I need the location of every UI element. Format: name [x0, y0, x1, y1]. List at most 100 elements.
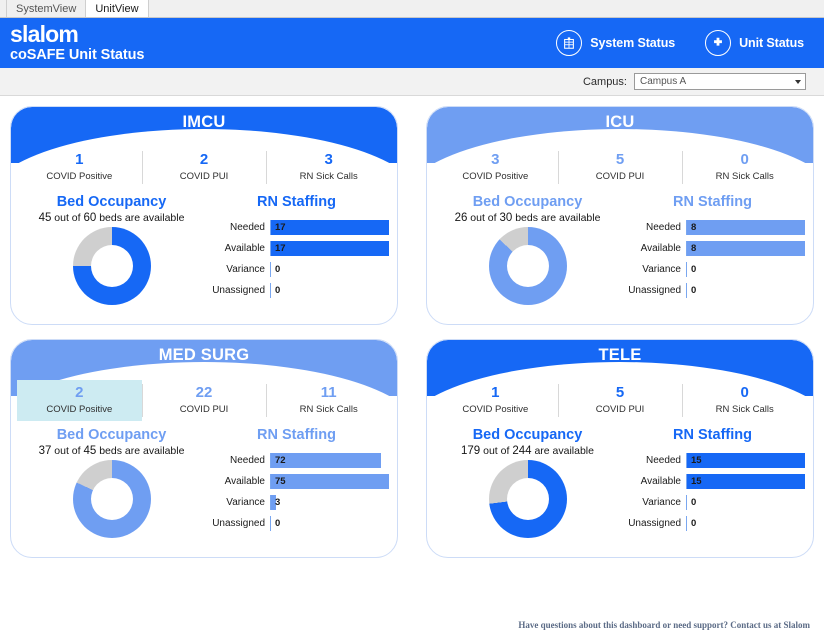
staffing-label-unassigned: Unassigned [628, 285, 681, 297]
bed-text-suffix: beds are available [515, 211, 601, 224]
unit-kpi-row: 1 COVID Positive 2 COVID PUI 3 RN Sick C… [11, 147, 397, 188]
bed-total-count: 60 [83, 211, 97, 224]
staffing-track-unassigned: 0 [686, 516, 805, 532]
bed-occupancy-donut-wrap [19, 459, 204, 538]
kpi-rn-sick-calls[interactable]: 3 RN Sick Calls [266, 147, 391, 188]
hospital-building-icon [556, 30, 583, 56]
rn-staffing-bars: Needed 17 Available 17 Variance 0 Unassi… [204, 212, 389, 301]
unit-card[interactable]: TELE 1 COVID Positive 5 COVID PUI 0 RN S… [426, 339, 814, 558]
staffing-value-needed: 72 [275, 455, 286, 467]
staffing-track-variance: 3 [270, 495, 389, 511]
bed-available-count: 37 [38, 444, 52, 457]
tab-systemview[interactable]: SystemView [6, 0, 87, 17]
staffing-value-unassigned: 0 [275, 285, 281, 297]
bed-text-suffix: are available [534, 444, 594, 457]
staffing-value-unassigned: 0 [691, 518, 697, 530]
nav-unit-status-label: Unit Status [739, 36, 804, 50]
staffing-fill-needed [271, 220, 389, 236]
campus-select[interactable]: Campus A [634, 73, 806, 90]
unit-name: ICU [605, 113, 635, 131]
kpi-covid-pui-label: COVID PUI [595, 403, 645, 415]
staffing-row-needed: Needed 15 [620, 451, 805, 471]
staffing-track-unassigned: 0 [270, 283, 389, 299]
kpi-covid-positive-label: COVID Positive [462, 170, 529, 182]
staffing-value-needed: 17 [275, 222, 286, 234]
staffing-row-available: Available 15 [620, 472, 805, 492]
kpi-rn-sick-calls[interactable]: 0 RN Sick Calls [682, 147, 807, 188]
staffing-label-available: Available [224, 476, 265, 488]
staffing-label-unassigned: Unassigned [212, 518, 265, 530]
staffing-fill-needed [271, 453, 381, 469]
kpi-covid-pui-value: 2 [199, 151, 209, 168]
staffing-label-unassigned: Unassigned [628, 518, 681, 530]
staffing-value-needed: 15 [691, 455, 702, 467]
kpi-covid-pui[interactable]: 5 COVID PUI [557, 380, 683, 421]
staffing-value-variance: 0 [275, 264, 281, 276]
staffing-track-available: 75 [270, 474, 389, 490]
unit-card[interactable]: ICU 3 COVID Positive 5 COVID PUI 0 RN Si… [426, 106, 814, 325]
footer-support-text: Have questions about this dashboard or n… [518, 620, 810, 630]
kpi-covid-pui[interactable]: 5 COVID PUI [557, 147, 683, 188]
bed-total-count: 244 [512, 444, 532, 457]
staffing-row-variance: Variance 0 [620, 260, 805, 280]
bed-text-middle: out of [483, 444, 510, 457]
staffing-track-needed: 8 [686, 220, 805, 236]
staffing-value-available: 75 [275, 476, 286, 488]
staffing-value-variance: 0 [691, 264, 697, 276]
rn-staffing-title: RN Staffing [673, 426, 752, 443]
unit-panels: Bed Occupancy 45 out of 60 beds are avai… [11, 194, 397, 305]
tab-strip-filler [147, 0, 824, 17]
unit-kpi-row: 1 COVID Positive 5 COVID PUI 0 RN Sick C… [427, 380, 813, 421]
kpi-covid-pui[interactable]: 22 COVID PUI [141, 380, 267, 421]
bed-occupancy-text: 37 out of 45 beds are available [19, 445, 204, 457]
campus-label: Campus: [582, 75, 627, 88]
staffing-row-unassigned: Unassigned 0 [204, 514, 389, 534]
staffing-row-variance: Variance 0 [204, 260, 389, 280]
kpi-rn-sick-calls[interactable]: 11 RN Sick Calls [266, 380, 391, 421]
unit-card[interactable]: MED SURG 2 COVID Positive 22 COVID PUI 1… [10, 339, 398, 558]
staffing-value-unassigned: 0 [691, 285, 697, 297]
bed-occupancy-donut-wrap [435, 459, 620, 538]
unit-card-grid: IMCU 1 COVID Positive 2 COVID PUI 3 RN S… [0, 96, 824, 558]
staffing-value-available: 17 [275, 243, 286, 255]
staffing-label-available: Available [640, 476, 681, 488]
nav-unit-status[interactable]: Unit Status [705, 30, 804, 56]
staffing-row-variance: Variance 3 [204, 493, 389, 513]
staffing-fill-available [271, 474, 389, 490]
browser-tab-strip: SystemView UnitView [0, 0, 824, 18]
nav-system-status-label: System Status [590, 36, 676, 50]
staffing-track-available: 15 [686, 474, 805, 490]
staffing-track-variance: 0 [270, 262, 389, 278]
bed-text-middle: out of [470, 211, 497, 224]
rn-staffing-title: RN Staffing [673, 193, 752, 210]
staffing-track-available: 17 [270, 241, 389, 257]
unit-panels: Bed Occupancy 26 out of 30 beds are avai… [427, 194, 813, 305]
bed-text-suffix: beds are available [99, 211, 185, 224]
rn-staffing-bars: Needed 15 Available 15 Variance 0 Unassi… [620, 445, 805, 534]
rn-staffing-panel: RN Staffing Needed 72 Available 75 Varia… [204, 427, 389, 538]
kpi-rn-sick-calls-label: RN Sick Calls [715, 170, 774, 182]
bed-text-middle: out of [54, 444, 81, 457]
kpi-rn-sick-calls[interactable]: 0 RN Sick Calls [682, 380, 807, 421]
kpi-covid-pui[interactable]: 2 COVID PUI [141, 147, 267, 188]
staffing-label-unassigned: Unassigned [212, 285, 265, 297]
bed-total-count: 45 [83, 444, 97, 457]
tab-unitview[interactable]: UnitView [85, 0, 149, 17]
kpi-covid-positive[interactable]: 2 COVID Positive [17, 380, 142, 421]
bed-total-count: 30 [499, 211, 513, 224]
rn-staffing-bars: Needed 8 Available 8 Variance 0 Unassign… [620, 212, 805, 301]
staffing-fill-needed [687, 453, 805, 469]
staffing-label-variance: Variance [226, 264, 265, 276]
kpi-covid-positive[interactable]: 1 COVID Positive [17, 147, 142, 188]
app-header: slalom coSAFE Unit Status System Status [0, 18, 824, 68]
bed-occupancy-donut [72, 226, 151, 305]
staffing-fill-available [271, 241, 389, 257]
bed-occupancy-title: Bed Occupancy [56, 193, 167, 210]
nav-system-status[interactable]: System Status [556, 30, 675, 56]
unit-card[interactable]: IMCU 1 COVID Positive 2 COVID PUI 3 RN S… [10, 106, 398, 325]
kpi-covid-positive[interactable]: 1 COVID Positive [433, 380, 558, 421]
bed-occupancy-panel: Bed Occupancy 45 out of 60 beds are avai… [19, 194, 204, 305]
kpi-covid-positive[interactable]: 3 COVID Positive [433, 147, 558, 188]
kpi-covid-positive-value: 1 [491, 384, 500, 401]
medical-cross-icon [705, 30, 732, 56]
